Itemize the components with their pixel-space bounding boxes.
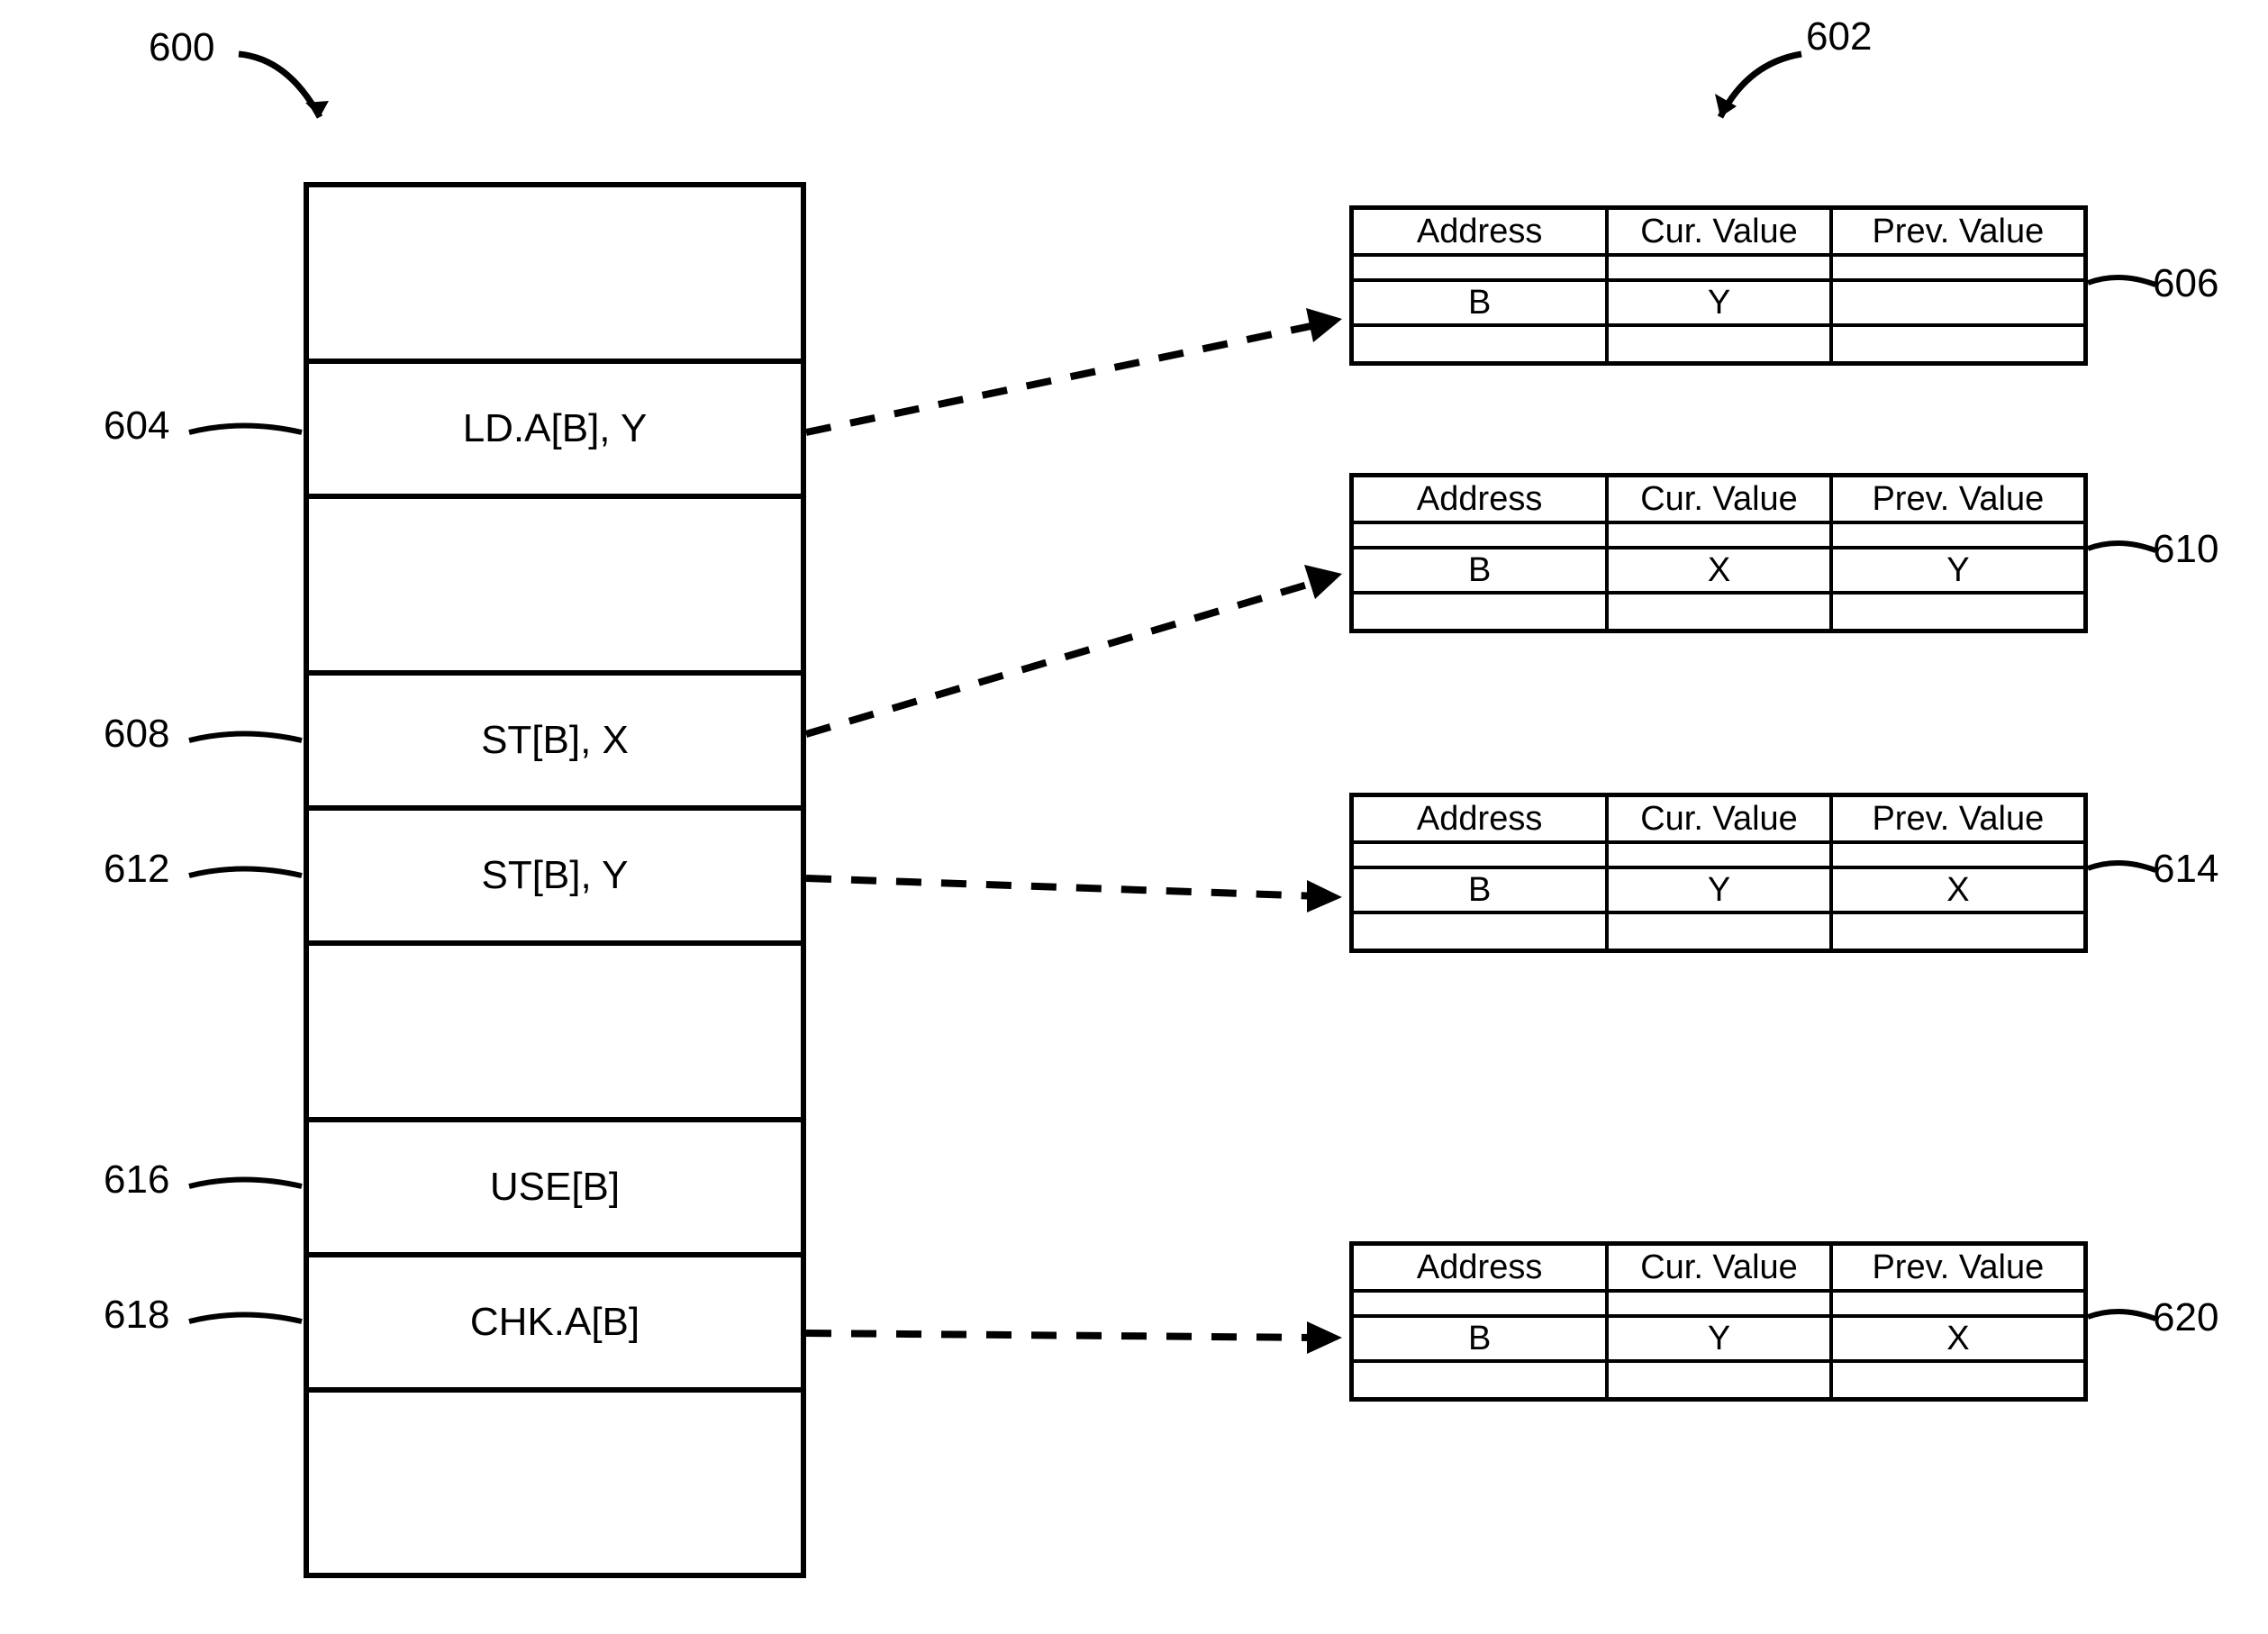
cell-empty <box>1609 1363 1832 1397</box>
th-cur: Cur. Value <box>1609 210 1832 253</box>
arrow-600 <box>234 45 351 144</box>
tick-610 <box>2088 532 2160 568</box>
dashed-arrow-612-614 <box>806 865 1365 919</box>
tick-604 <box>189 414 306 450</box>
instr-row-chk: CHK.A[B] <box>309 1257 801 1393</box>
ref-label-612: 612 <box>104 847 169 892</box>
cell-addr: B <box>1354 549 1609 591</box>
cell-empty <box>1833 1363 2083 1397</box>
th-cur: Cur. Value <box>1609 477 1832 521</box>
cell-empty <box>1833 327 2083 361</box>
th-address: Address <box>1354 1246 1609 1289</box>
cell-empty <box>1609 524 1832 546</box>
tick-618 <box>189 1303 306 1339</box>
cell-empty <box>1354 257 1609 278</box>
cell-empty <box>1354 524 1609 546</box>
tick-614 <box>2088 852 2160 888</box>
cell-empty <box>1833 914 2083 949</box>
arrow-602 <box>1684 36 1810 144</box>
tick-616 <box>189 1168 306 1204</box>
th-prev: Prev. Value <box>1833 477 2083 521</box>
cell-empty <box>1609 914 1832 949</box>
cell-empty <box>1609 595 1832 629</box>
ref-label-606: 606 <box>2153 261 2218 306</box>
instr-row-9 <box>309 1393 801 1569</box>
cell-empty <box>1833 595 2083 629</box>
tick-608 <box>189 722 306 758</box>
instr-row-3 <box>309 499 801 676</box>
instr-row-1 <box>309 187 801 364</box>
cell-cur: Y <box>1609 1318 1832 1359</box>
cell-empty <box>1833 257 2083 278</box>
instruction-column: LD.A[B], Y ST[B], X ST[B], Y USE[B] CHK.… <box>304 182 806 1578</box>
cell-prev <box>1833 282 2083 323</box>
cell-addr: B <box>1354 282 1609 323</box>
cell-empty <box>1609 1293 1832 1314</box>
dashed-arrow-608-610 <box>806 558 1365 757</box>
instr-row-stby: ST[B], Y <box>309 811 801 946</box>
cell-addr: B <box>1354 869 1609 911</box>
cell-cur: Y <box>1609 869 1832 911</box>
cell-empty <box>1354 327 1609 361</box>
tick-620 <box>2088 1301 2160 1337</box>
ref-label-616: 616 <box>104 1157 169 1203</box>
dashed-arrow-618-620 <box>806 1311 1365 1365</box>
ref-label-614: 614 <box>2153 847 2218 892</box>
cell-empty <box>1354 914 1609 949</box>
th-address: Address <box>1354 477 1609 521</box>
dashed-arrow-604-606 <box>806 306 1365 450</box>
th-address: Address <box>1354 797 1609 840</box>
cell-empty <box>1609 257 1832 278</box>
cell-empty <box>1609 844 1832 866</box>
th-address: Address <box>1354 210 1609 253</box>
tick-606 <box>2088 267 2160 303</box>
state-table-614: Address Cur. Value Prev. Value B Y X <box>1349 793 2088 953</box>
ref-label-608: 608 <box>104 712 169 757</box>
cell-empty <box>1354 1293 1609 1314</box>
th-cur: Cur. Value <box>1609 797 1832 840</box>
th-cur: Cur. Value <box>1609 1246 1832 1289</box>
instr-row-use: USE[B] <box>309 1122 801 1257</box>
tick-612 <box>189 858 306 894</box>
cell-empty <box>1354 1363 1609 1397</box>
th-prev: Prev. Value <box>1833 797 2083 840</box>
th-prev: Prev. Value <box>1833 1246 2083 1289</box>
state-table-610: Address Cur. Value Prev. Value B X Y <box>1349 473 2088 633</box>
cell-empty <box>1354 595 1609 629</box>
cell-empty <box>1609 327 1832 361</box>
cell-empty <box>1833 524 2083 546</box>
instr-row-lda: LD.A[B], Y <box>309 364 801 499</box>
cell-addr: B <box>1354 1318 1609 1359</box>
cell-empty <box>1833 1293 2083 1314</box>
ref-label-600: 600 <box>149 25 214 70</box>
cell-empty <box>1354 844 1609 866</box>
th-prev: Prev. Value <box>1833 210 2083 253</box>
cell-cur: X <box>1609 549 1832 591</box>
instr-row-6 <box>309 946 801 1122</box>
cell-prev: Y <box>1833 549 2083 591</box>
ref-label-604: 604 <box>104 404 169 449</box>
state-table-606: Address Cur. Value Prev. Value B Y <box>1349 205 2088 366</box>
ref-label-620: 620 <box>2153 1295 2218 1340</box>
ref-label-610: 610 <box>2153 527 2218 572</box>
instr-row-stbx: ST[B], X <box>309 676 801 811</box>
state-table-620: Address Cur. Value Prev. Value B Y X <box>1349 1241 2088 1402</box>
ref-label-618: 618 <box>104 1293 169 1338</box>
cell-empty <box>1833 844 2083 866</box>
cell-cur: Y <box>1609 282 1832 323</box>
cell-prev: X <box>1833 869 2083 911</box>
cell-prev: X <box>1833 1318 2083 1359</box>
ref-label-602: 602 <box>1806 14 1872 59</box>
